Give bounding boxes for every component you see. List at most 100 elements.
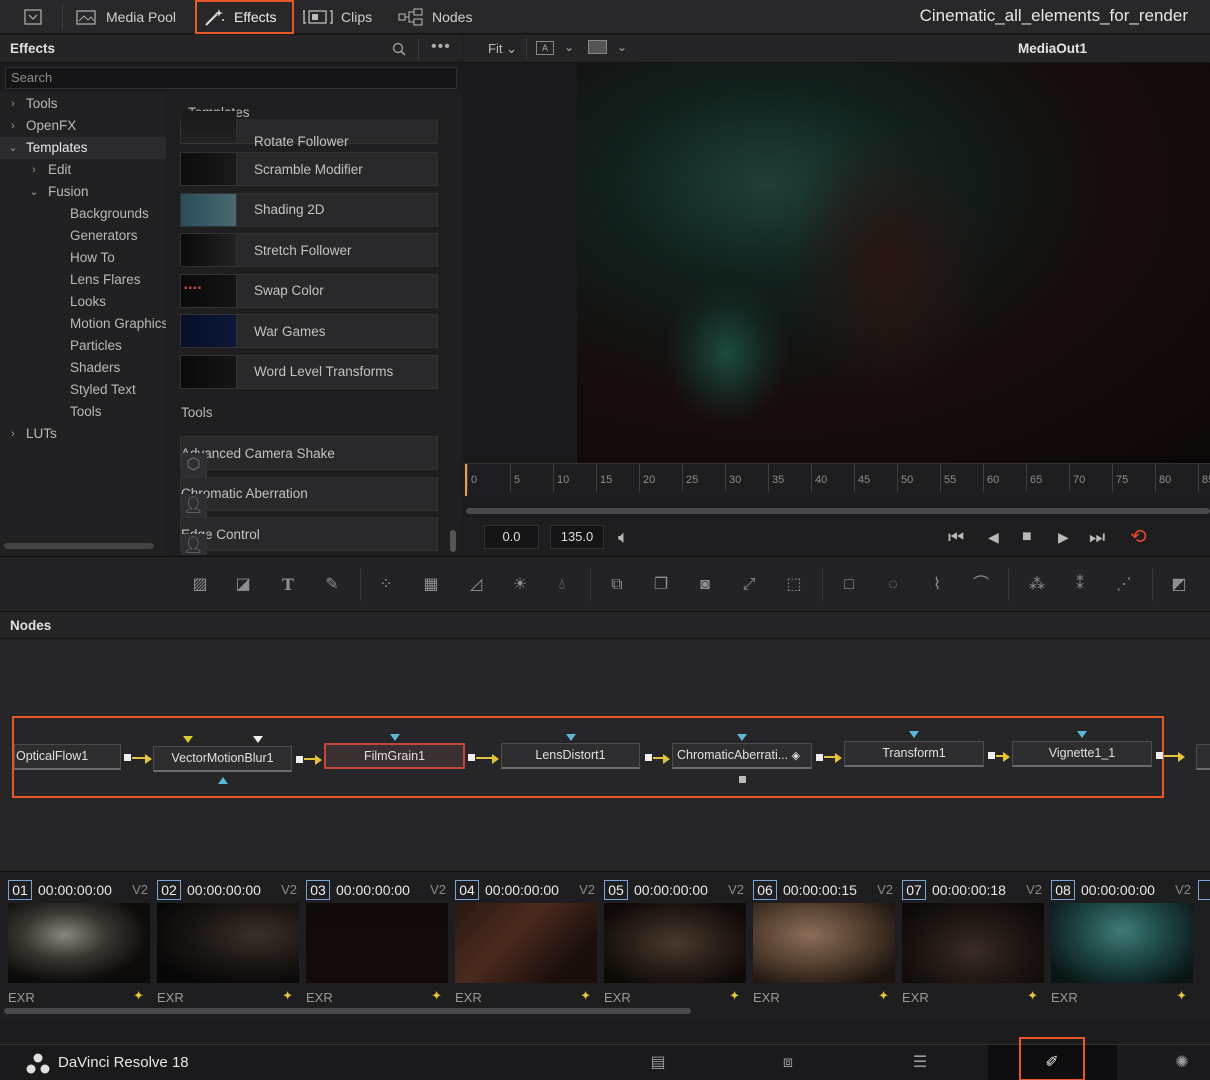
input-arrow[interactable] [566, 734, 576, 741]
playhead[interactable] [465, 464, 467, 496]
output-port[interactable] [988, 752, 995, 759]
node-vignette[interactable]: Vignette1_1 [1012, 741, 1152, 767]
tool-item[interactable]: ⬡ Advanced Camera Shake [180, 436, 438, 477]
current-time-field[interactable]: 0.0 [484, 525, 539, 549]
workspace-toggle-button[interactable] [10, 0, 56, 34]
fast-noise-tool-icon[interactable]: ▦ [418, 573, 444, 597]
tree-item-looks[interactable]: Looks [0, 291, 166, 313]
tree-item-tools[interactable]: › Tools [0, 93, 166, 115]
output-port[interactable] [296, 756, 303, 763]
zoom-dropdown[interactable]: Fit ⌄ [488, 41, 517, 57]
tree-item-generators[interactable]: Generators [0, 225, 166, 247]
effect-mask-input-arrow[interactable] [218, 777, 228, 784]
mask-tool-icon[interactable]: ◙ [692, 573, 718, 597]
node-chromaticaberration[interactable]: ChromaticAberrati... ◈ [672, 743, 812, 769]
output-port[interactable] [124, 754, 131, 761]
tree-item-motion-graphics[interactable]: Motion Graphics [0, 313, 166, 335]
tree-item-particles[interactable]: Particles [0, 335, 166, 357]
go-to-end-icon[interactable]: ⏭︎ [1089, 527, 1105, 547]
stop-icon[interactable]: ■ [1022, 527, 1032, 547]
template-item[interactable]: War Games [180, 314, 438, 348]
clips-button[interactable]: Clips [303, 0, 372, 34]
go-to-start-icon[interactable]: ⏮︎ [948, 527, 964, 547]
node-vectormotionblur[interactable]: VectorMotionBlur1 [153, 746, 292, 772]
mask-input-arrow[interactable] [253, 736, 263, 743]
tree-scrollbar[interactable] [4, 543, 154, 549]
tree-item-backgrounds[interactable]: Backgrounds [0, 203, 166, 225]
list-scrollbar[interactable] [450, 530, 456, 552]
clip-item[interactable]: 06 00:00:00:15 V2 EXR ✦ [751, 878, 895, 1008]
node-lensdistort[interactable]: LensDistort1 [501, 743, 640, 769]
tree-item-luts[interactable]: › LUTs [0, 423, 166, 445]
renderer-3d-tool-icon[interactable]: ◩ [1166, 573, 1192, 597]
brightness-tool-icon[interactable]: ☀ [507, 573, 533, 597]
media-page-icon[interactable]: ▤ [643, 1051, 673, 1075]
color-corrector-tool-icon[interactable]: 💧︎ [549, 573, 575, 597]
prender-tool-icon[interactable]: ⁑ [1067, 573, 1093, 597]
rectangle-mask-icon[interactable]: □ [836, 573, 862, 597]
particles-tool-icon[interactable]: ⁘ [373, 573, 399, 597]
clip-item[interactable]: 02 00:00:00:00 V2 EXR ✦ [155, 878, 299, 1008]
background-tool-icon[interactable]: ▨ [187, 573, 213, 597]
output-port[interactable] [816, 754, 823, 761]
tool-item[interactable]: 👤︎ Chromatic Aberration [180, 476, 438, 518]
tree-item-templates[interactable]: ⌄ Templates [0, 137, 166, 159]
image-plane-tool-icon[interactable]: ◪ [230, 573, 256, 597]
clips-scrollbar[interactable] [4, 1008, 691, 1014]
node-filmgrain[interactable]: FilmGrain1 [324, 743, 465, 769]
node-opticalflow[interactable]: OpticalFlow1 [14, 744, 121, 770]
template-item[interactable]: Stretch Follower [180, 233, 438, 267]
curves-tool-icon[interactable]: ◿ [463, 573, 489, 597]
effects-search-input[interactable]: Search [5, 67, 457, 89]
clip-item[interactable]: 03 00:00:00:00 V2 EXR ✦ [304, 878, 448, 1008]
color-page-icon[interactable]: ✺ [1167, 1051, 1197, 1075]
viewer-time-ruler[interactable]: 0 5 10 15 20 25 30 35 40 45 50 55 60 65 70 75 80 85 [463, 463, 1210, 497]
play-forward-icon[interactable]: ▶ [1058, 527, 1069, 547]
edit-page-icon[interactable]: ☰ [905, 1051, 935, 1075]
nodes-button[interactable]: Nodes [398, 0, 472, 34]
loop-icon[interactable]: ⟲ [1130, 527, 1147, 547]
transform-tool-icon[interactable]: ⬚ [781, 573, 807, 597]
chevron-right-icon[interactable]: › [6, 423, 20, 445]
end-time-field[interactable]: 135.0 [550, 525, 604, 549]
template-item[interactable]: Rotate Follower [180, 111, 438, 149]
resize-tool-icon[interactable]: ⤢ [736, 573, 762, 597]
ellipse-mask-icon[interactable]: ◌ [880, 573, 906, 597]
channel-dropdown-icon[interactable]: ⌄ [564, 40, 574, 54]
side-port[interactable] [739, 776, 746, 783]
cut-page-icon[interactable]: ⧈ [773, 1051, 803, 1075]
viewer-layout-icon[interactable] [588, 40, 607, 54]
chevron-down-icon[interactable]: ⌄ [27, 181, 41, 203]
tree-item-styled-text[interactable]: Styled Text [0, 379, 166, 401]
tree-item-lens-flares[interactable]: Lens Flares [0, 269, 166, 291]
template-item[interactable]: Shading 2D [180, 192, 438, 227]
output-port[interactable] [468, 754, 475, 761]
layout-dropdown-icon[interactable]: ⌄ [617, 40, 627, 54]
input-arrow[interactable] [737, 734, 747, 741]
more-options-icon[interactable]: ••• [431, 38, 451, 56]
template-item[interactable]: Word Level Transforms [180, 354, 438, 389]
merge-tool-icon[interactable]: ⧉ [604, 573, 630, 597]
text-tool-icon[interactable]: T [275, 573, 301, 597]
chevron-right-icon[interactable]: › [6, 115, 20, 137]
polygon-mask-icon[interactable]: ⌇ [924, 573, 950, 597]
output-port[interactable] [645, 754, 652, 761]
chevron-right-icon[interactable]: › [27, 159, 41, 181]
output-port[interactable] [1156, 752, 1163, 759]
clip-item[interactable]: 07 00:00:00:18 V2 EXR ✦ [900, 878, 1044, 1008]
node-transform[interactable]: Transform1 [844, 741, 984, 767]
tree-item-how-to[interactable]: How To [0, 247, 166, 269]
tree-item-openfx[interactable]: › OpenFX [0, 115, 166, 137]
input-arrow[interactable] [909, 731, 919, 738]
chevron-down-icon[interactable]: ⌄ [6, 137, 20, 159]
clip-item[interactable]: 04 00:00:00:00 V2 EXR ✦ [453, 878, 597, 1008]
channel-a-icon[interactable]: A [536, 41, 554, 55]
tree-item-tools[interactable]: Tools [0, 401, 166, 423]
template-item[interactable]: ▪▪▪▪ Swap Color [180, 273, 438, 308]
foreground-input-arrow[interactable] [183, 736, 193, 743]
clip-item[interactable]: 01 00:00:00:00 V2 EXR ✦ [6, 878, 150, 1008]
tool-item[interactable]: 👤︎ Edge Control [180, 517, 438, 555]
effects-button[interactable]: Effects [195, 0, 294, 34]
play-reverse-icon[interactable]: ◀ [988, 527, 999, 547]
paint-tool-icon[interactable]: ✎ [319, 573, 345, 597]
